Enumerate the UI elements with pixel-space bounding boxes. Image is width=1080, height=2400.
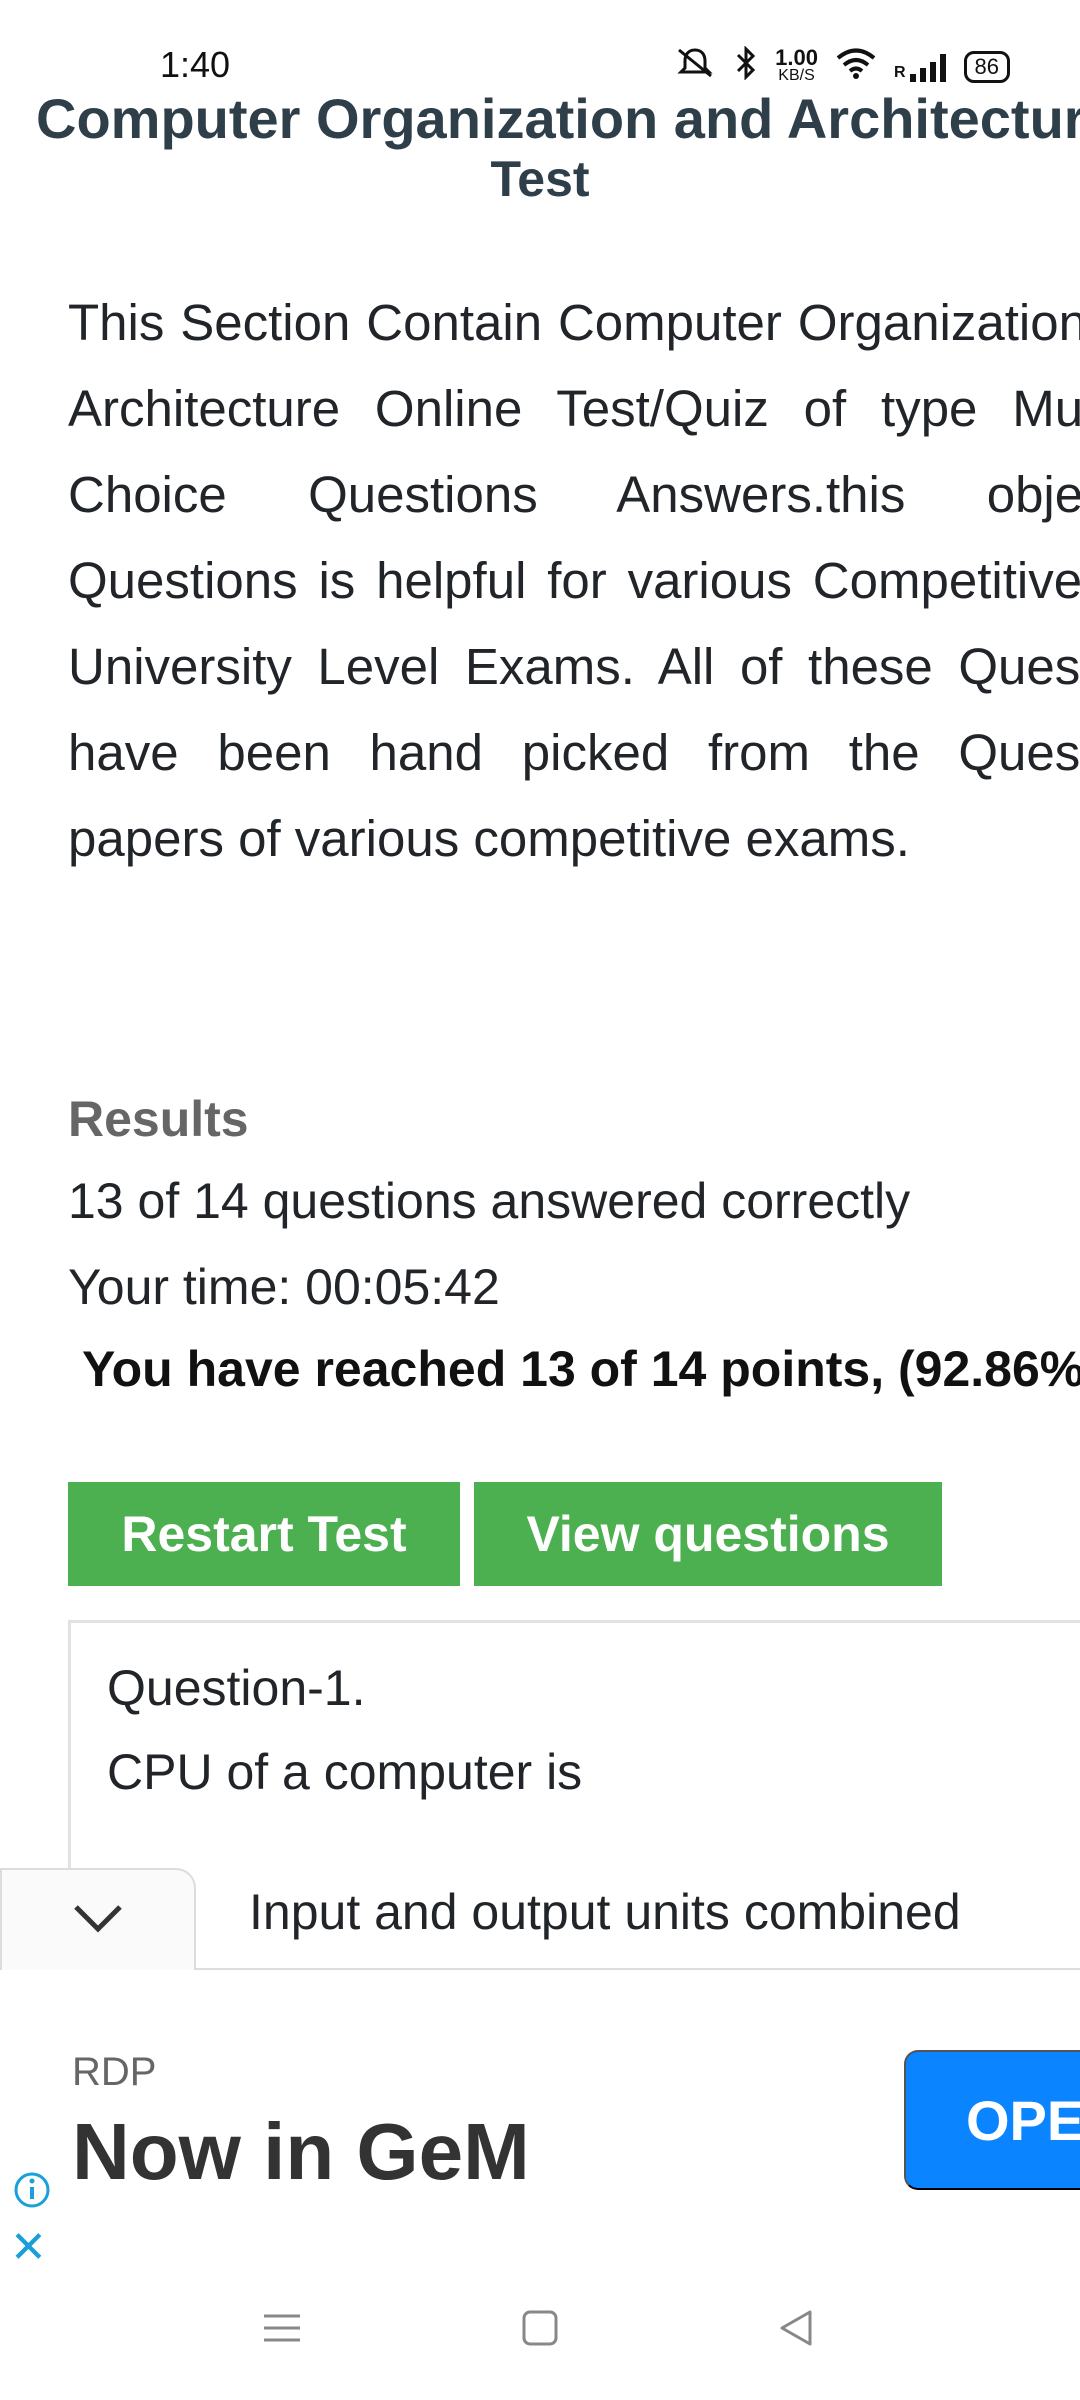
status-bar: 1:40 1.00 KB/S R 86 [0,0,1080,96]
network-speed: 1.00 KB/S [775,45,818,85]
intro-paragraph: This Section Contain Computer Organizati… [68,294,1080,867]
ad-open-button[interactable]: OPEN [904,2050,1080,2190]
page-title-line2: Test [490,151,590,207]
wifi-icon [836,47,876,87]
view-questions-button[interactable]: View questions [474,1482,942,1586]
ad-banner[interactable]: RDP Now in GeM OPEN ✕ [0,1968,1080,2270]
mute-icon [673,46,717,88]
back-icon[interactable] [776,2308,816,2353]
ad-sponsor: RDP [72,2050,157,2094]
battery-icon: 86 [963,51,1010,83]
restart-test-button[interactable]: Restart Test [68,1482,460,1586]
navigation-bar [0,2268,1080,2400]
question-text: CPU of a computer is [107,1744,583,1800]
signal-bars [909,52,946,82]
time-taken: Your time: 00:05:42 [68,1259,500,1315]
network-speed-unit: KB/S [778,67,815,84]
info-icon[interactable] [12,2170,52,2215]
bluetooth-icon [735,45,757,88]
signal-label: R [893,64,906,81]
page-content: Computer Organization and Architecture O… [0,0,1080,1970]
network-speed-value: 1.00 [775,45,818,70]
status-icons: 1.00 KB/S R 86 [673,45,1010,88]
menu-icon[interactable] [262,2308,302,2353]
status-time: 1:40 [160,44,231,85]
correct-count: 13 of 14 questions answered correctly [68,1173,911,1229]
results-heading: Results [68,1091,249,1147]
signal-icon: R [894,52,946,82]
home-icon[interactable] [520,2308,560,2353]
collapse-ad-button[interactable] [0,1868,196,1970]
question-number: Question-1. [107,1660,366,1716]
question-option[interactable]: Input and output units combined [249,1883,961,1941]
close-icon[interactable]: ✕ [10,2226,47,2270]
points-summary: You have reached 13 of 14 points, (92.86… [82,1341,1080,1397]
chevron-down-icon [70,1901,126,1940]
question-card: Question-1. CPU of a computer is Input a… [68,1620,1080,1970]
ad-headline[interactable]: Now in GeM [72,2106,530,2198]
